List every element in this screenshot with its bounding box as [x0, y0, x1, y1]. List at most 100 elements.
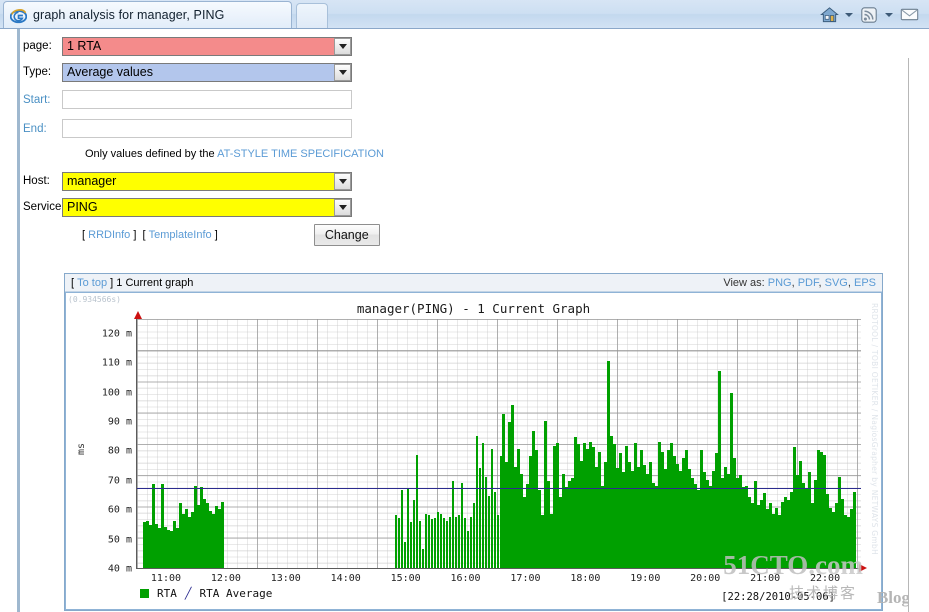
page-label: page: — [23, 40, 52, 52]
browser-window: graph analysis for manager, PING page: 1… — [0, 0, 929, 612]
rrd-graph-image: (0.934566s) manager(PING) - 1 Current Gr… — [65, 292, 882, 610]
form-row-page: page: 1 RTA — [20, 33, 908, 59]
templateinfo-link[interactable]: TemplateInfo — [149, 229, 212, 241]
view-as-eps-link[interactable]: EPS — [854, 277, 876, 289]
mail-icon — [900, 8, 918, 21]
site-watermark-domain: .com — [808, 550, 863, 580]
change-button[interactable]: Change — [313, 224, 380, 246]
graph-title: manager(PING) - 1 Current Graph — [356, 301, 591, 316]
time-spec-hint: Only values defined by the AT-STYLE TIME… — [82, 143, 384, 165]
y-axis-tick: 100 m — [101, 387, 132, 399]
view-as-label: View as: — [723, 277, 765, 289]
page-viewport: page: 1 RTA Type: Average values Start: — [0, 29, 929, 612]
y-axis-ticks: 40 m 50 m 60 m 70 m 80 m 90 m 100 m 110 m 120 m — [66, 293, 136, 574]
bar-series-rta — [137, 319, 861, 568]
y-axis-tick: 120 m — [101, 328, 132, 340]
browser-toolbar — [817, 0, 925, 29]
x-axis-tick: 14:00 — [330, 573, 361, 584]
x-axis-tick: 18:00 — [570, 573, 601, 584]
page-content: page: 1 RTA Type: Average values Start: — [20, 29, 910, 612]
form-row-host: Host: manager — [20, 168, 908, 194]
panel-heading: [ To top ] 1 Current graph — [71, 276, 194, 289]
service-select[interactable]: PING — [62, 197, 352, 217]
rss-feed-icon — [861, 6, 877, 23]
average-line — [137, 488, 861, 490]
new-tab-button[interactable] — [296, 3, 328, 28]
y-axis-tick: 80 m — [107, 445, 132, 457]
internet-explorer-logo-icon — [10, 8, 27, 23]
y-axis-tick: 70 m — [107, 475, 132, 487]
panel-heading-rest: 1 Current graph — [113, 276, 194, 289]
y-axis-arrow-icon — [134, 311, 142, 319]
site-watermark-name: 51CTO — [723, 550, 809, 580]
host-select[interactable]: manager — [62, 171, 352, 191]
service-select-value: PING — [67, 200, 98, 214]
type-select-value: Average values — [67, 65, 153, 79]
plot-area — [136, 319, 861, 569]
y-axis-tick: 40 m — [107, 563, 132, 575]
legend-label-rta-average: RTA Average — [199, 587, 273, 600]
host-select-value: manager — [67, 174, 117, 188]
x-axis-tick: 19:00 — [630, 573, 661, 584]
type-label: Type: — [23, 66, 52, 78]
graph-panel-header: [ To top ] 1 Current graph View as: PNG,… — [65, 274, 882, 292]
y-axis-tick: 60 m — [107, 504, 132, 516]
form-row-hint: Only values defined by the AT-STYLE TIME… — [20, 143, 908, 165]
start-label: Start: — [23, 93, 51, 106]
view-as-svg-link[interactable]: SVG — [825, 277, 848, 289]
blog-watermark: Blog — [876, 588, 910, 607]
tab-title: graph analysis for manager, PING — [33, 8, 225, 22]
at-style-time-spec-link[interactable]: AT-STYLE TIME SPECIFICATION — [217, 148, 384, 160]
legend-slash-icon: ╱ — [184, 587, 192, 600]
legend-swatch-rta-icon — [140, 589, 149, 598]
x-axis-tick: 17:00 — [510, 573, 541, 584]
view-as-pdf-link[interactable]: PDF — [798, 277, 819, 289]
x-axis-tick: 16:00 — [450, 573, 481, 584]
graph-legend: RTA ╱ RTA Average — [140, 587, 272, 600]
form-row-links: [ RRDInfo ] [ TemplateInfo ] Change — [20, 220, 908, 250]
page-select[interactable]: 1 RTA — [62, 36, 352, 56]
y-axis-tick: 110 m — [101, 357, 132, 369]
type-select[interactable]: Average values — [62, 62, 352, 82]
feeds-dropdown-caret-icon[interactable] — [884, 3, 894, 26]
feeds-button[interactable] — [857, 3, 881, 26]
graph-filter-form: page: 1 RTA Type: Average values Start: — [20, 33, 908, 250]
y-axis-tick: 50 m — [107, 534, 132, 546]
y-axis-tick: 90 m — [107, 416, 132, 428]
to-top-link[interactable]: To top — [77, 277, 107, 289]
home-icon — [819, 6, 839, 22]
end-input[interactable] — [62, 119, 352, 138]
view-as-png-link[interactable]: PNG — [768, 277, 792, 289]
form-row-service: Service: PING — [20, 194, 908, 220]
rrdinfo-link[interactable]: RRDInfo — [88, 229, 130, 241]
right-edge-pane — [908, 58, 929, 612]
end-label: End: — [23, 122, 47, 135]
home-dropdown-caret-icon[interactable] — [844, 3, 854, 26]
x-axis-tick: 15:00 — [390, 573, 421, 584]
legend-label-rta: RTA — [157, 587, 177, 600]
graph-panel: [ To top ] 1 Current graph View as: PNG,… — [64, 273, 883, 611]
form-row-start: Start: — [20, 85, 908, 114]
form-row-type: Type: Average values — [20, 59, 908, 85]
bar — [220, 501, 224, 568]
host-label: Host: — [23, 175, 50, 187]
site-watermark: 51CTO.com — [723, 550, 863, 581]
service-label: Service: — [23, 201, 65, 213]
browser-tab[interactable]: graph analysis for manager, PING — [3, 1, 292, 28]
home-button[interactable] — [817, 3, 841, 26]
view-as-group: View as: PNG, PDF, SVG, EPS — [723, 277, 876, 289]
graph-watermark: RRDTOOL / TOBI OETIKER / NagiosGrapher b… — [870, 303, 879, 556]
x-axis-tick: 11:00 — [150, 573, 182, 584]
chevron-down-icon[interactable] — [334, 172, 351, 190]
chevron-down-icon[interactable] — [334, 198, 351, 216]
x-axis-tick: 13:00 — [270, 573, 301, 584]
start-input[interactable] — [62, 90, 352, 109]
hint-text: Only values defined by the — [85, 148, 218, 160]
x-axis-tick: 20:00 — [690, 573, 721, 584]
mail-button[interactable] — [897, 3, 921, 26]
chevron-down-icon[interactable] — [334, 63, 351, 81]
info-links: [ RRDInfo ] [ TemplateInfo ] — [82, 229, 218, 241]
site-watermark-chinese: 技术博客 — [788, 584, 857, 602]
page-select-value: 1 RTA — [67, 39, 102, 53]
chevron-down-icon[interactable] — [334, 37, 351, 55]
